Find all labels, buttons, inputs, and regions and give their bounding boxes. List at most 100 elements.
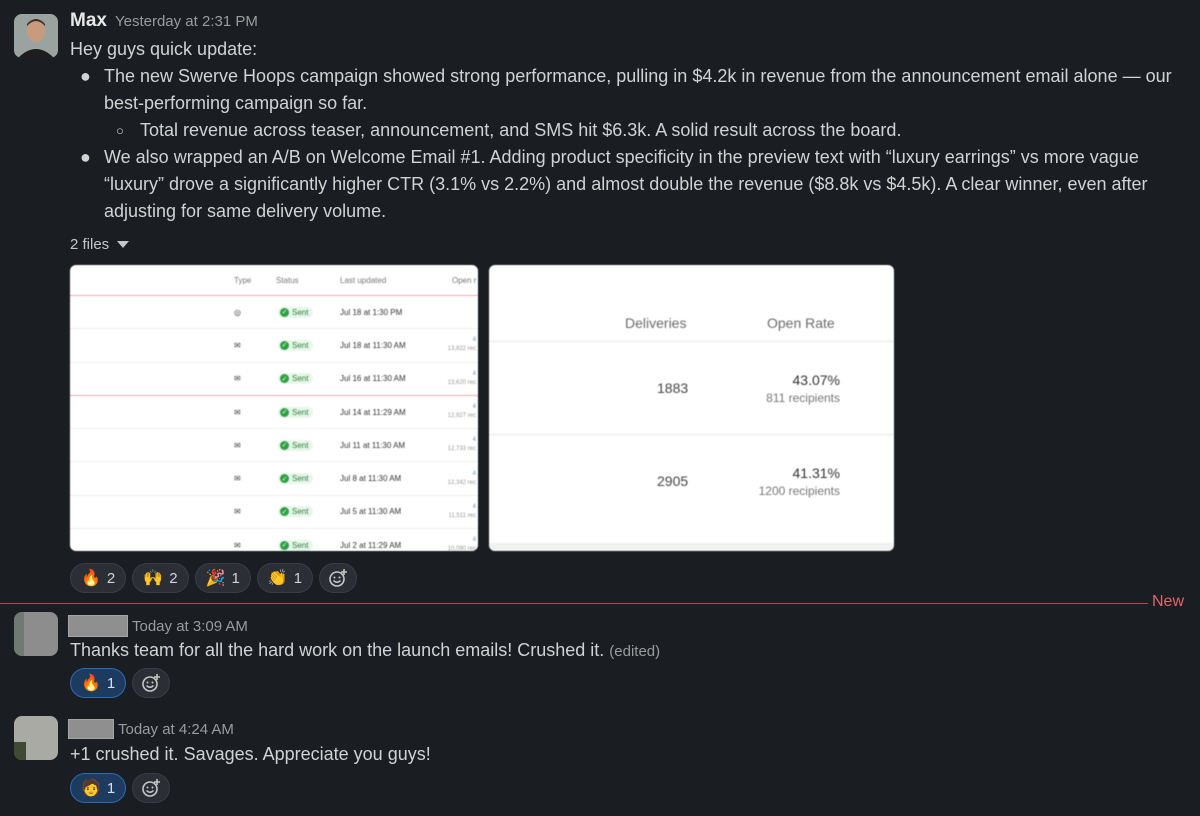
- column-header-updated: Last updated: [340, 275, 387, 285]
- table-row: ✉ ✓ Sent Jul 2 at 11:29 AM 4 10,090 rec: [70, 529, 478, 551]
- check-icon: ✓: [280, 407, 289, 417]
- last-updated: Jul 8 at 11:30 AM: [340, 474, 402, 484]
- avatar-edge: [14, 612, 24, 656]
- file-attachment-1[interactable]: Type Status Last updated Open r ◎ ✓ Sent Ju…: [70, 265, 478, 551]
- column-header-type: Type: [234, 275, 252, 285]
- reaction-fire[interactable]: 🔥 1: [70, 668, 127, 698]
- reaction-fire[interactable]: 🔥 2: [70, 563, 127, 593]
- list-item: ○ Total revenue across teaser, announcem…: [116, 117, 1180, 144]
- email-icon: ✉: [234, 340, 241, 350]
- column-header-open: Open r: [452, 275, 477, 285]
- reaction-party[interactable]: 🎉 1: [194, 563, 251, 593]
- table-row: ✉ ✓ Sent Jul 18 at 11:30 AM 4 13,822 rec: [70, 329, 478, 363]
- status-label: Sent: [292, 440, 309, 450]
- custom-emoji-icon: 🧑: [81, 780, 101, 797]
- message-text: +1 crushed it. Savages. Appreciate you g…: [70, 744, 431, 764]
- author-name[interactable]: Max: [70, 10, 107, 32]
- open-rate-value: 4: [472, 437, 476, 444]
- reaction-count: 1: [293, 569, 303, 587]
- recipients-value: 12,342 rec: [447, 479, 476, 486]
- table-header: Deliveries Open Rate: [489, 265, 894, 342]
- recipients-value: 811 recipients: [766, 391, 840, 405]
- reaction-count: 1: [106, 674, 116, 692]
- status-badge: ✓ Sent: [278, 506, 314, 518]
- reaction-custom[interactable]: 🧑 1: [70, 773, 127, 803]
- reaction-count: 1: [106, 779, 116, 797]
- deliveries-value: 1883: [657, 380, 689, 396]
- message-timestamp[interactable]: Today at 4:24 AM: [118, 721, 234, 738]
- recipients-value: 1200 recipients: [758, 484, 840, 498]
- add-reaction-button[interactable]: [132, 668, 171, 698]
- last-updated: Jul 16 at 11:30 AM: [340, 374, 406, 384]
- add-reaction-button[interactable]: [319, 563, 358, 593]
- status-label: Sent: [292, 407, 309, 417]
- email-icon: ✉: [234, 474, 241, 484]
- bullet-icon: ●: [80, 66, 91, 86]
- reactions-bar: 🔥 1: [70, 668, 171, 698]
- last-updated: Jul 5 at 11:30 AM: [340, 507, 402, 517]
- hollow-bullet-icon: ○: [116, 123, 124, 138]
- message-body: Thanks team for all the hard work on the…: [70, 637, 660, 665]
- last-updated: Jul 11 at 11:30 AM: [340, 440, 406, 450]
- check-icon: ✓: [280, 374, 289, 384]
- party-popper-icon: 🎉: [205, 570, 226, 587]
- add-reaction-button[interactable]: [132, 773, 171, 803]
- sub-bullet-list: ○ Total revenue across teaser, announcem…: [104, 117, 1180, 144]
- status-badge: ✓ Sent: [278, 339, 314, 351]
- status-badge: ✓ Sent: [278, 373, 314, 385]
- avatar[interactable]: [14, 14, 58, 58]
- open-rate-cell: 4 12,733 rec: [442, 436, 476, 454]
- status-badge: ✓ Sent: [278, 539, 314, 551]
- new-messages-divider: [0, 603, 1148, 604]
- table-row: ✉ ✓ Sent Jul 11 at 11:30 AM 4 12,733 rec: [70, 429, 478, 463]
- message-timestamp[interactable]: Today at 3:09 AM: [132, 618, 248, 635]
- email-icon: ✉: [234, 440, 241, 450]
- last-updated: Jul 18 at 11:30 AM: [340, 340, 406, 350]
- email-icon: ✉: [234, 507, 241, 517]
- list-item: ● We also wrapped an A/B on Welcome Emai…: [80, 144, 1180, 225]
- message-body: Hey guys quick update: ● The new Swerve …: [70, 36, 1180, 225]
- caret-down-icon: [117, 241, 130, 248]
- status-label: Sent: [292, 474, 309, 484]
- new-messages-label: New: [1151, 593, 1184, 610]
- check-icon: ✓: [280, 307, 289, 317]
- files-toggle[interactable]: 2 files: [70, 236, 130, 253]
- clapping-hands-icon: 👏: [267, 570, 288, 587]
- status-label: Sent: [292, 540, 309, 550]
- raised-hands-icon: 🙌: [143, 570, 164, 587]
- avatar[interactable]: [14, 612, 58, 656]
- sms-icon: ◎: [234, 307, 241, 317]
- email-icon: ✉: [234, 374, 241, 384]
- table-row: ✉ ✓ Sent Jul 14 at 11:29 AM 4 12,927 rec: [70, 396, 478, 430]
- open-rate-value: 43.07%: [792, 372, 840, 388]
- edited-label: (edited): [609, 643, 661, 660]
- table-header: Type Status Last updated Open r: [70, 265, 478, 296]
- bullet-text: Total revenue across teaser, announcemen…: [140, 120, 902, 140]
- recipients-value: 13,822 rec: [447, 346, 476, 353]
- open-rate-value: 4: [472, 337, 476, 344]
- column-header-open-rate: Open Rate: [767, 315, 835, 331]
- file-attachment-2[interactable]: Deliveries Open Rate 1883 43.07% 811 rec…: [489, 265, 894, 551]
- reaction-count: 1: [231, 569, 240, 587]
- open-rate-value: 4: [472, 503, 476, 510]
- reaction-raised-hands[interactable]: 🙌 2: [132, 563, 189, 593]
- message-timestamp[interactable]: Yesterday at 2:31 PM: [115, 13, 258, 30]
- column-header-status: Status: [276, 275, 299, 285]
- last-updated: Jul 14 at 11:29 AM: [340, 407, 406, 417]
- fire-icon: 🔥: [81, 675, 101, 692]
- last-updated: Jul 2 at 11:29 AM: [340, 540, 402, 550]
- open-rate-value: 4: [472, 470, 476, 477]
- table-row: 1883 43.07% 811 recipients: [489, 342, 894, 435]
- status-label: Sent: [292, 307, 309, 317]
- last-updated: Jul 18 at 1:30 PM: [340, 307, 403, 317]
- recipients-value: 13,620 rec: [447, 379, 476, 386]
- fire-icon: 🔥: [81, 570, 101, 587]
- redacted-author-name: [68, 719, 114, 739]
- status-badge: ✓ Sent: [278, 306, 314, 318]
- open-rate-cell: 4 10,090 rec: [442, 536, 476, 551]
- reaction-count: 2: [106, 569, 116, 587]
- reaction-clap[interactable]: 👏 1: [256, 563, 314, 593]
- recipients-value: 12,733 rec: [447, 446, 476, 453]
- avatar[interactable]: [14, 716, 58, 760]
- add-emoji-icon: [142, 674, 161, 692]
